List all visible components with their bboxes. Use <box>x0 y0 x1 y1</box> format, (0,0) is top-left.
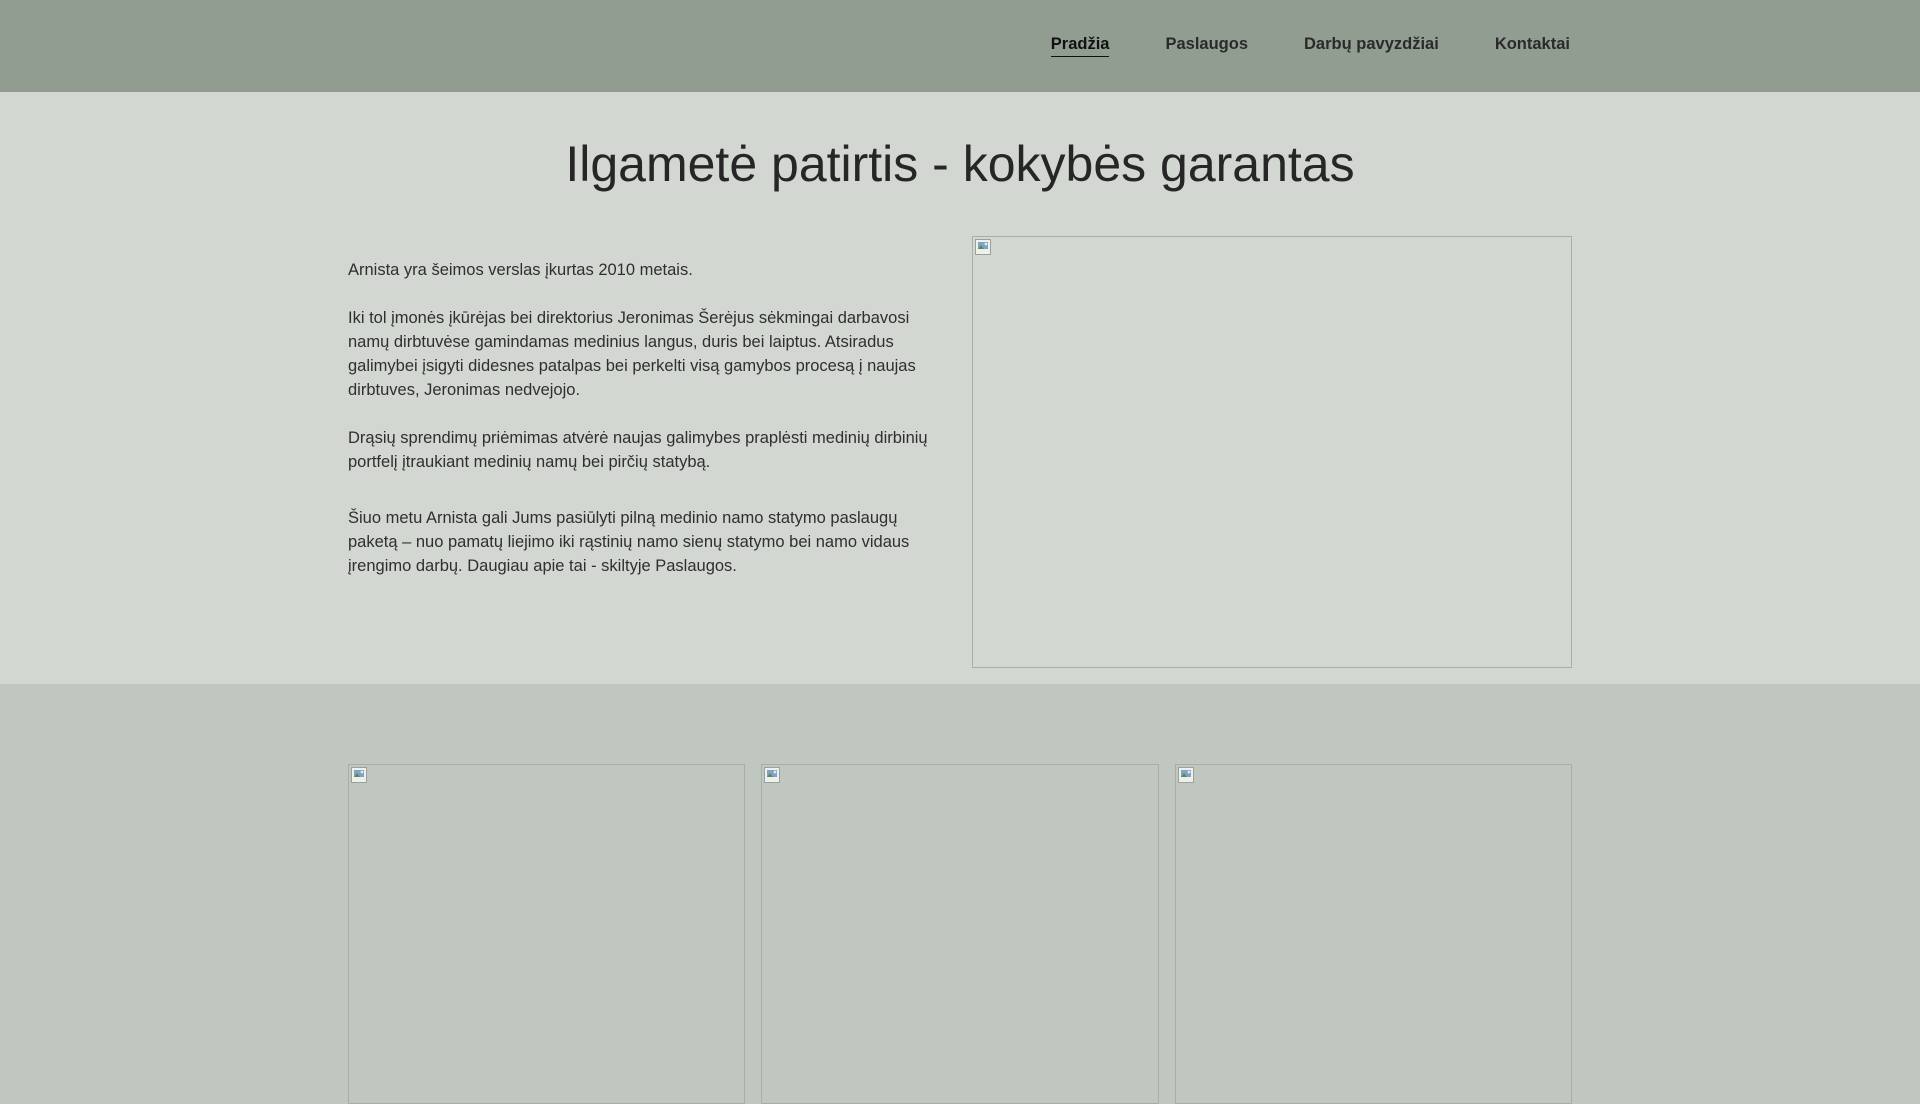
main-nav: Pradžia Paslaugos Darbų pavyzdžiai Konta… <box>995 0 1570 92</box>
broken-image-icon <box>1178 767 1194 783</box>
gallery-image[interactable] <box>761 764 1159 1104</box>
broken-image-icon <box>975 239 991 255</box>
about-paragraph: Iki tol įmonės įkūrėjas bei direktorius … <box>348 309 916 399</box>
about-text: Arnista yra šeimos verslas įkurtas 2010 … <box>348 258 934 578</box>
broken-image-icon <box>764 767 780 783</box>
about-paragraph: Drąsių sprendimų priėmimas atvėrė naujas… <box>348 429 928 471</box>
nav-item-kontaktai[interactable]: Kontaktai <box>1495 34 1570 56</box>
site-header: Pradžia Paslaugos Darbų pavyzdžiai Konta… <box>0 0 1920 92</box>
about-section: Ilgametė patirtis - kokybės garantas Arn… <box>0 92 1920 684</box>
about-image <box>972 236 1572 668</box>
nav-item-pradzia[interactable]: Pradžia <box>1050 34 1110 57</box>
page-title: Ilgametė patirtis - kokybės garantas <box>565 136 1355 192</box>
nav-item-paslaugos[interactable]: Paslaugos <box>1165 34 1248 56</box>
nav-item-darbu-pavyzdziai[interactable]: Darbų pavyzdžiai <box>1304 34 1439 56</box>
gallery-image[interactable] <box>348 764 745 1104</box>
gallery-image[interactable] <box>1175 764 1572 1104</box>
about-paragraph: Arnista yra šeimos verslas įkurtas 2010 … <box>348 261 693 279</box>
broken-image-icon <box>351 767 367 783</box>
about-paragraph: Šiuo metu Arnista gali Jums pasiūlyti pi… <box>348 509 910 575</box>
